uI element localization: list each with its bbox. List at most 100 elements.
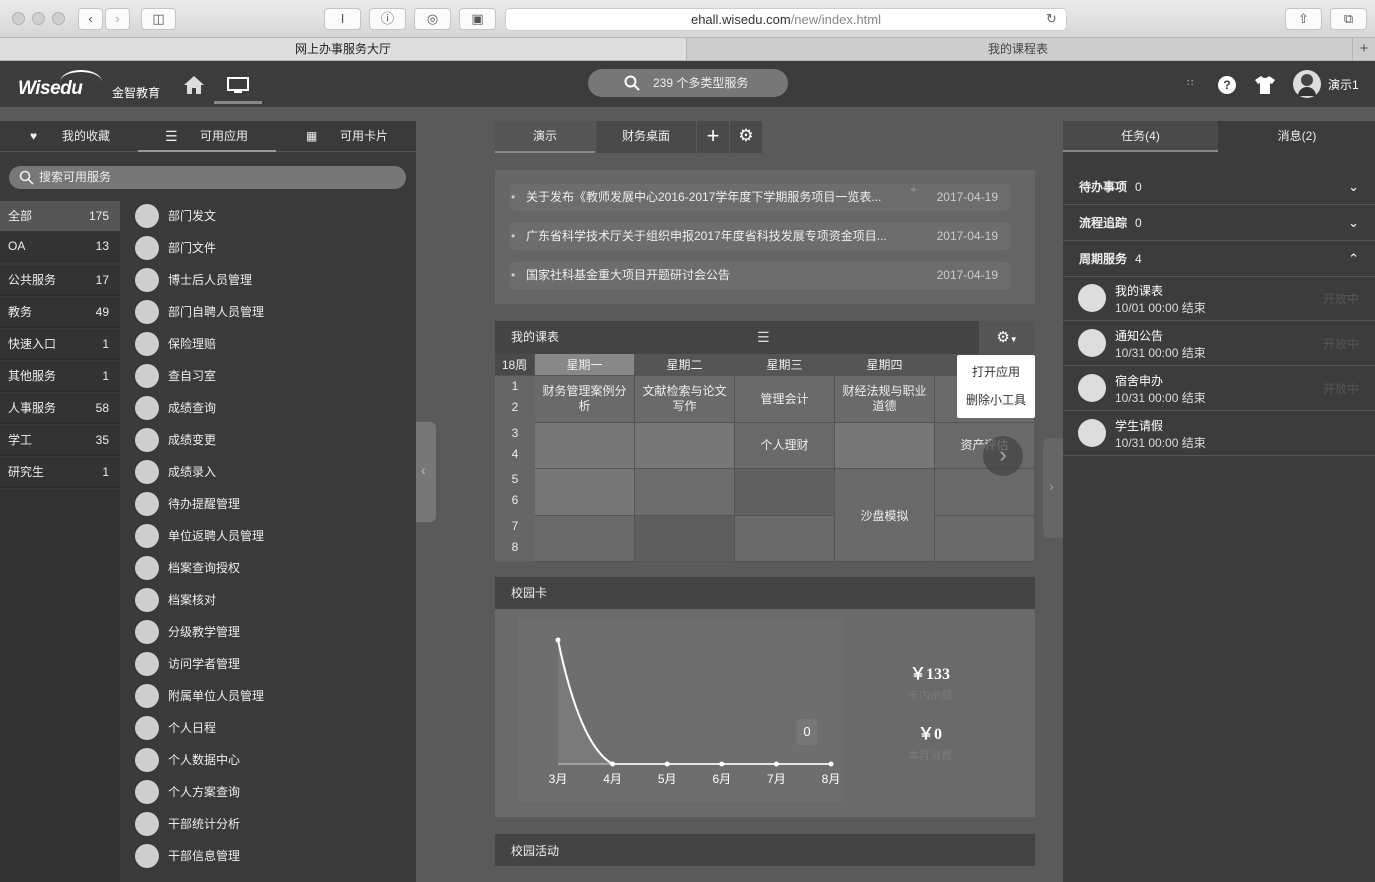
desktop-icon[interactable] xyxy=(227,77,249,95)
app-item[interactable]: 干部统计分析 xyxy=(135,809,395,839)
category-item[interactable]: 公共服务 17 xyxy=(0,265,120,296)
home-icon[interactable] xyxy=(183,75,205,95)
app-item[interactable]: 查自习室 xyxy=(135,361,395,391)
app-item[interactable]: 待办提醒管理 xyxy=(135,489,395,519)
app-item[interactable]: 干部信息管理 xyxy=(135,841,395,871)
schedule-cell[interactable]: 管理会计 xyxy=(735,376,835,423)
app-item[interactable]: 个人日程 xyxy=(135,713,395,743)
schedule-cell[interactable] xyxy=(735,516,835,562)
task-item[interactable]: 宿舍申办 10/31 00:00 结束 开放中 xyxy=(1063,366,1375,411)
reader-icon[interactable]: I xyxy=(324,8,361,30)
tab-available-apps[interactable]: ☰ 可用应用 xyxy=(138,121,276,152)
category-item[interactable]: 其他服务 1 xyxy=(0,361,120,392)
app-item[interactable]: 保险理赔 xyxy=(135,329,395,359)
app-item[interactable]: 部门文件 xyxy=(135,233,395,263)
app-item[interactable]: 档案查询授权 xyxy=(135,553,395,583)
chevron-down-icon[interactable]: ⌄ xyxy=(1348,205,1359,241)
category-item[interactable]: 快速入口 1 xyxy=(0,329,120,360)
user-name[interactable]: 演示1 xyxy=(1328,76,1359,93)
data-point[interactable] xyxy=(719,761,725,767)
app-item[interactable]: 成绩查询 xyxy=(135,393,395,423)
schedule-cell[interactable] xyxy=(935,516,1035,562)
app-item[interactable]: 成绩录入 xyxy=(135,457,395,487)
share-icon[interactable]: ⇧ xyxy=(1285,8,1322,30)
browser-tab[interactable]: 我的课程表 xyxy=(688,38,1348,60)
schedule-cell[interactable] xyxy=(535,469,635,516)
open-app-menu-item[interactable]: 打开应用 xyxy=(957,361,1035,383)
schedule-cell[interactable] xyxy=(635,469,735,516)
tab-available-cards[interactable]: ▦ 可用卡片 xyxy=(277,121,416,152)
app-item[interactable]: 部门自聘人员管理 xyxy=(135,297,395,327)
data-point[interactable] xyxy=(773,761,779,767)
remove-widget-menu-item[interactable]: 删除小工具 xyxy=(957,389,1035,411)
schedule-cell[interactable]: 沙盘模拟 xyxy=(835,469,935,562)
sidebar-toggle-icon[interactable]: ◫ xyxy=(141,8,176,30)
app-item[interactable]: 个人方案查询 xyxy=(135,777,395,807)
collapse-left-button[interactable]: ‹ xyxy=(416,422,436,522)
news-item[interactable]: • 关于发布《教师发展中心2016-2017学年度下学期服务项目一览表... 201… xyxy=(510,184,1010,211)
data-point[interactable] xyxy=(610,761,616,767)
schedule-cell[interactable] xyxy=(735,469,835,516)
category-item[interactable]: 研究生 1 xyxy=(0,457,120,488)
data-point[interactable] xyxy=(555,637,561,643)
task-item[interactable]: 我的课表 10/01 00:00 结束 开放中 xyxy=(1063,276,1375,321)
task-item[interactable]: 学生请假 10/31 00:00 结束 xyxy=(1063,411,1375,456)
category-item[interactable]: 全部 175 xyxy=(0,201,120,232)
app-item[interactable]: 部门发文 xyxy=(135,201,395,231)
app-item[interactable]: 档案核对 xyxy=(135,585,395,615)
help-icon[interactable]: ? xyxy=(1218,76,1236,94)
skin-icon[interactable] xyxy=(1254,75,1276,95)
category-item[interactable]: OA 13 xyxy=(0,231,120,262)
schedule-cell[interactable]: 财务管理案例分析 xyxy=(535,376,635,423)
minimize-window-button[interactable] xyxy=(32,12,45,25)
back-button[interactable]: ‹ xyxy=(78,8,103,30)
task-section-header[interactable]: 周期服务 4 ⌃ xyxy=(1063,241,1375,277)
tabs-overview-icon[interactable]: ⧉ xyxy=(1330,8,1367,30)
bookmark-icon[interactable]: ▣ xyxy=(459,8,496,30)
task-item[interactable]: 通知公告 10/31 00:00 结束 开放中 xyxy=(1063,321,1375,366)
close-window-button[interactable] xyxy=(12,12,25,25)
zoom-window-button[interactable] xyxy=(52,12,65,25)
app-item[interactable]: 单位返聘人员管理 xyxy=(135,521,395,551)
app-item[interactable]: 访问学者管理 xyxy=(135,649,395,679)
schedule-cell[interactable] xyxy=(935,469,1035,516)
app-item[interactable]: 个人数据中心 xyxy=(135,745,395,775)
reload-icon[interactable]: ↻ xyxy=(1046,11,1057,27)
avatar[interactable] xyxy=(1293,70,1321,98)
tab-tasks[interactable]: 任务(4) xyxy=(1063,121,1218,152)
schedule-cell[interactable] xyxy=(635,516,735,562)
app-item[interactable]: 博士后人员管理 xyxy=(135,265,395,295)
news-item[interactable]: • 国家社科基金重大项目开题研讨会公告 2017-04-19 xyxy=(510,262,1010,289)
tab-finance-desk[interactable]: 财务桌面 xyxy=(596,121,696,153)
category-item[interactable]: 人事服务 58 xyxy=(0,393,120,424)
data-point[interactable] xyxy=(664,761,670,767)
schedule-cell[interactable] xyxy=(535,423,635,469)
news-item[interactable]: • 广东省科学技术厅关于组织申报2017年度省科技发展专项资金项目... 2017-… xyxy=(510,223,1010,250)
schedule-cell[interactable] xyxy=(835,423,935,469)
drag-handle-icon[interactable]: ☰ xyxy=(757,329,770,346)
next-page-button[interactable]: › xyxy=(983,436,1023,476)
service-search-button[interactable]: 239 个多类型服务 xyxy=(588,69,788,97)
app-item[interactable]: 附属单位人员管理 xyxy=(135,681,395,711)
schedule-cell[interactable] xyxy=(535,516,635,562)
forward-button[interactable]: › xyxy=(105,8,130,30)
schedule-cell[interactable] xyxy=(635,423,735,469)
schedule-cell[interactable]: 财经法规与职业道德 xyxy=(835,376,935,423)
category-item[interactable]: 学工 35 xyxy=(0,425,120,456)
browser-tab-active[interactable]: 网上办事服务大厅 xyxy=(0,38,687,60)
schedule-cell[interactable]: 文献检索与论文写作 xyxy=(635,376,735,423)
app-item[interactable]: 分级教学管理 xyxy=(135,617,395,647)
new-tab-button[interactable]: + xyxy=(1352,38,1375,61)
data-point[interactable] xyxy=(828,761,834,767)
chevron-down-icon[interactable]: ⌄ xyxy=(1348,169,1359,205)
password-icon[interactable]: ⓘ xyxy=(369,8,406,30)
category-item[interactable]: 教务 49 xyxy=(0,297,120,328)
collapse-right-button[interactable]: › xyxy=(1043,438,1063,538)
tab-favorites[interactable]: ♥ 我的收藏 xyxy=(0,121,137,152)
gear-icon[interactable]: ⚙ xyxy=(730,121,762,153)
address-bar[interactable]: ehall.wisedu.com/new/index.html xyxy=(505,8,1067,31)
extension-icon[interactable]: ◎ xyxy=(414,8,451,30)
tab-demo[interactable]: 演示 xyxy=(495,121,595,153)
tab-messages[interactable]: 消息(2) xyxy=(1219,121,1375,152)
task-section-header[interactable]: 待办事项 0 ⌄ xyxy=(1063,169,1375,205)
